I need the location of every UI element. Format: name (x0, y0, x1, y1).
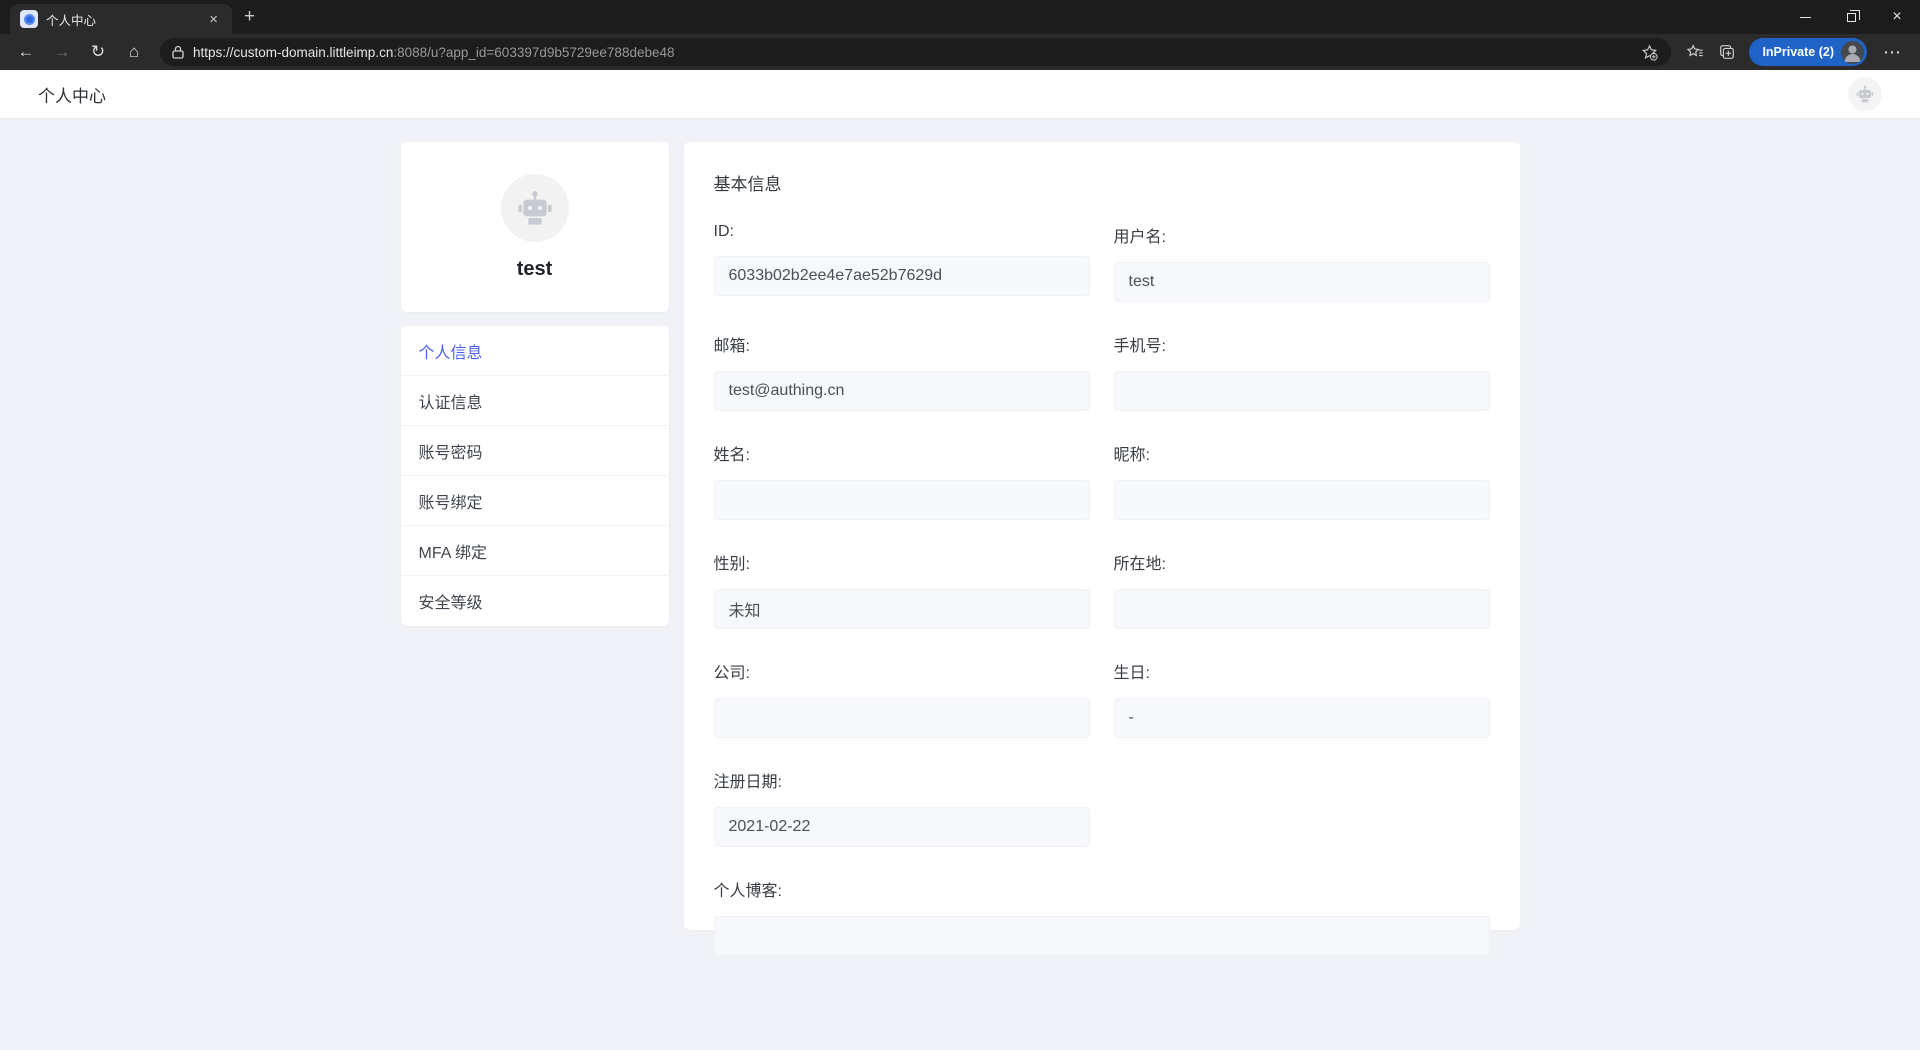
sidebar-item-security-level[interactable]: 安全等级 (401, 576, 669, 626)
user-avatar-button[interactable] (1848, 77, 1882, 111)
new-tab-button[interactable]: + (232, 6, 267, 28)
location-input[interactable] (1114, 589, 1490, 629)
field-blog: 个人博客: (714, 877, 1490, 956)
url-domain: https://custom-domain.littleimp.cn (193, 45, 393, 60)
browser-tab-strip: 个人中心 × + × (0, 0, 1920, 34)
field-label: 邮箱: (714, 332, 1090, 356)
field-label: 所在地: (1114, 550, 1490, 574)
add-favorite-icon[interactable] (1633, 38, 1665, 66)
collections-icon[interactable] (1711, 38, 1743, 66)
email-input[interactable] (714, 371, 1090, 411)
blog-input[interactable] (714, 916, 1490, 956)
inprivate-label: InPrivate (2) (1762, 45, 1834, 59)
company-input[interactable] (714, 698, 1090, 738)
close-window-button[interactable]: × (1874, 0, 1920, 34)
browser-profile-avatar[interactable] (1841, 41, 1864, 64)
browser-toolbar: ← → ↻ ⌂ https://custom-domain.littleimp.… (0, 34, 1920, 70)
phone-input[interactable] (1114, 371, 1490, 411)
profile-name: test (517, 258, 553, 281)
birthday-input[interactable] (1114, 698, 1490, 738)
app-header: 个人中心 (0, 70, 1920, 118)
page-content: test 个人信息 认证信息 账号密码 账号绑定 MFA 绑定 安全等级 基本信… (0, 118, 1920, 1050)
field-label: 注册日期: (714, 768, 1090, 792)
forward-button: → (44, 37, 80, 67)
lock-icon[interactable] (172, 45, 184, 59)
field-nickname: 昵称: (1114, 441, 1490, 520)
tab-close-icon[interactable]: × (205, 10, 222, 29)
home-button[interactable]: ⌂ (116, 37, 152, 67)
field-label: 昵称: (1114, 441, 1490, 465)
field-label: 个人博客: (714, 877, 1490, 901)
site-favicon-icon (20, 10, 38, 28)
left-column: test 个人信息 认证信息 账号密码 账号绑定 MFA 绑定 安全等级 (401, 142, 669, 626)
inprivate-badge[interactable]: InPrivate (2) (1749, 38, 1867, 66)
nickname-input[interactable] (1114, 480, 1490, 520)
sidebar-item-auth-info[interactable]: 认证信息 (401, 376, 669, 426)
favorites-icon[interactable] (1679, 38, 1711, 66)
field-label: 性别: (714, 550, 1090, 574)
robot-icon (515, 188, 555, 228)
field-birthday: 生日: (1114, 659, 1490, 738)
field-name: 姓名: (714, 441, 1090, 520)
sidebar-item-account-password[interactable]: 账号密码 (401, 426, 669, 476)
browser-tab[interactable]: 个人中心 × (10, 4, 232, 34)
refresh-button[interactable]: ↻ (80, 37, 116, 67)
field-gender: 性别: (714, 550, 1090, 629)
minimize-icon (1800, 17, 1811, 18)
profile-avatar (501, 174, 569, 242)
url-path: :8088/u?app_id=603397d9b5729ee788debe48 (393, 45, 674, 60)
browser-menu-button[interactable]: ⋯ (1873, 42, 1912, 63)
signup-date-input[interactable] (714, 807, 1090, 847)
field-label: 公司: (714, 659, 1090, 683)
url-text[interactable]: https://custom-domain.littleimp.cn:8088/… (193, 45, 1633, 60)
section-title: 基本信息 (714, 170, 1490, 195)
address-bar[interactable]: https://custom-domain.littleimp.cn:8088/… (160, 38, 1671, 66)
field-label: 手机号: (1114, 332, 1490, 356)
minimize-button[interactable] (1782, 0, 1828, 34)
tab-title: 个人中心 (46, 10, 197, 29)
gender-input[interactable] (714, 589, 1090, 629)
id-input[interactable] (714, 256, 1090, 296)
field-label: 姓名: (714, 441, 1090, 465)
field-email: 邮箱: (714, 332, 1090, 411)
restore-button[interactable] (1828, 0, 1874, 34)
field-location: 所在地: (1114, 550, 1490, 629)
field-label: 用户名: (1114, 223, 1490, 247)
page-title: 个人中心 (38, 82, 106, 107)
sidebar-item-personal-info[interactable]: 个人信息 (401, 326, 669, 376)
sidebar-item-mfa-binding[interactable]: MFA 绑定 (401, 526, 669, 576)
field-label: 生日: (1114, 659, 1490, 683)
field-spacer (1114, 768, 1490, 847)
restore-icon (1847, 13, 1856, 22)
field-label: ID: (714, 223, 1090, 241)
profile-card: test (401, 142, 669, 312)
field-phone: 手机号: (1114, 332, 1490, 411)
field-id: ID: (714, 223, 1090, 302)
basic-info-panel: 基本信息 ID: 用户名: 邮箱: 手机号: (684, 142, 1520, 930)
username-input[interactable] (1114, 262, 1490, 302)
robot-icon (1855, 84, 1875, 104)
name-input[interactable] (714, 480, 1090, 520)
field-signup-date: 注册日期: (714, 768, 1090, 847)
sidebar-item-account-binding[interactable]: 账号绑定 (401, 476, 669, 526)
window-controls: × (1782, 0, 1920, 34)
field-company: 公司: (714, 659, 1090, 738)
back-button[interactable]: ← (8, 37, 44, 67)
field-username: 用户名: (1114, 223, 1490, 302)
sidebar-menu: 个人信息 认证信息 账号密码 账号绑定 MFA 绑定 安全等级 (401, 326, 669, 626)
